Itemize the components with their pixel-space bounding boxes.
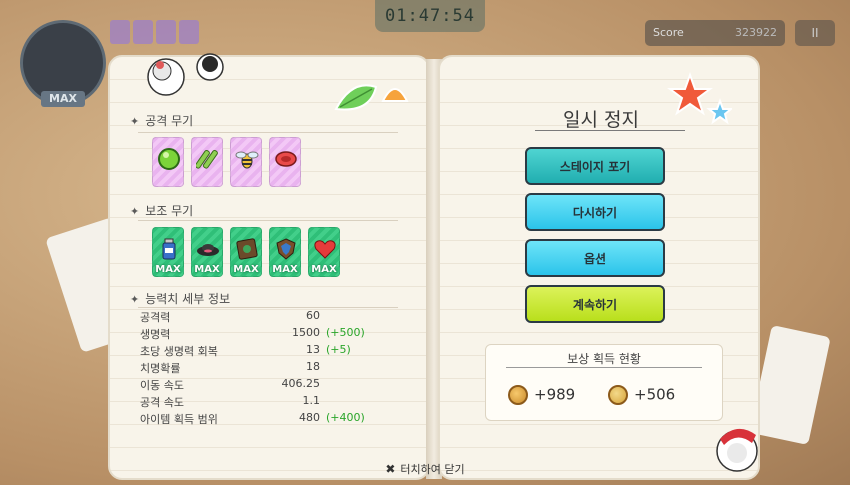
stat-value: 13 <box>306 343 320 356</box>
right-page: 일시 정지 스테이지 포기 다시하기 옵션 계속하기 보상 획득 현황 +989… <box>438 55 760 480</box>
stat-label: 공격 속도 <box>140 396 184 409</box>
continue-button[interactable]: 계속하기 <box>525 285 665 323</box>
max-badge: MAX <box>233 264 259 275</box>
reward-panel: 보상 획득 현황 +989 +506 <box>485 344 723 421</box>
stat-row: 이동 속도 406.25 <box>140 377 380 394</box>
stat-row: 생명력 1500 (+500) <box>140 326 380 343</box>
reward-divider <box>506 367 702 368</box>
level-badge: MAX <box>41 91 85 107</box>
attack-weapon-slot[interactable] <box>230 137 262 187</box>
stat-label: 공격력 <box>140 311 171 324</box>
divider <box>138 220 398 221</box>
give-up-stage-button[interactable]: 스테이지 포기 <box>525 147 665 185</box>
green-orb-icon <box>156 146 182 172</box>
bamboo-icon <box>195 146 221 172</box>
stat-row: 초당 생명력 회복 13 (+5) <box>140 343 380 360</box>
bee-icon <box>234 146 260 172</box>
max-badge: MAX <box>311 264 337 275</box>
stat-row: 아이템 획득 범위 480 (+400) <box>140 411 380 428</box>
game-timer: 01:47:54 <box>375 0 485 32</box>
stat-label: 아이템 획득 범위 <box>140 413 218 426</box>
buff-icon <box>110 20 130 44</box>
support-item-slot[interactable]: MAX <box>152 227 184 277</box>
reward-coin-2-value: +506 <box>634 385 676 404</box>
attack-weapon-slot[interactable] <box>191 137 223 187</box>
buff-icon <box>133 20 153 44</box>
stats-title: ✦ 능력치 세부 정보 <box>130 292 231 306</box>
stat-value: 406.25 <box>281 377 321 390</box>
close-hint[interactable]: ✖ 터치하여 닫기 <box>0 461 850 477</box>
stat-label: 생명력 <box>140 328 171 341</box>
stat-value: 480 <box>299 411 320 424</box>
reward-title: 보상 획득 현황 <box>567 352 641 366</box>
stat-value: 1500 <box>292 326 320 339</box>
stat-value: 60 <box>306 309 320 322</box>
book-icon <box>234 236 260 262</box>
stat-row: 치명확률 18 <box>140 360 380 377</box>
attack-weapons-title: ✦ 공격 무기 <box>130 114 194 128</box>
stat-bonus: (+5) <box>326 343 351 356</box>
max-badge: MAX <box>155 264 181 275</box>
stats-table: 공격력 60 생명력 1500 (+500) 초당 생명력 회복 13 (+5)… <box>140 309 380 428</box>
hat-icon <box>195 236 221 262</box>
support-item-slot[interactable]: MAX <box>191 227 223 277</box>
stat-bonus: (+500) <box>326 326 365 339</box>
close-hint-label: 터치하여 닫기 <box>400 463 465 476</box>
buff-icon <box>179 20 199 44</box>
buff-icons <box>110 20 202 48</box>
pause-title: 일시 정지 <box>563 109 639 131</box>
stat-label: 치명확률 <box>140 362 181 375</box>
coin-icon <box>508 385 528 405</box>
leaf-icon <box>334 84 378 111</box>
attack-weapon-slot[interactable] <box>269 137 301 187</box>
player-avatar: MAX <box>20 20 106 107</box>
attack-weapon-slot[interactable] <box>152 137 184 187</box>
score-label: Score <box>653 26 684 39</box>
reward-coin-1: +989 <box>508 385 575 405</box>
max-badge: MAX <box>272 264 298 275</box>
shell-icon <box>381 88 409 102</box>
left-page: ✦ 공격 무기 ✦ 보조 무기 MAX MAX MAX MAX MAX ✦ 능력… <box>108 53 430 480</box>
support-items-title: ✦ 보조 무기 <box>130 204 194 218</box>
stat-value: 1.1 <box>302 394 321 407</box>
pause-notebook: ✦ 공격 무기 ✦ 보조 무기 MAX MAX MAX MAX MAX ✦ 능력… <box>108 53 760 482</box>
reward-coin-1-value: +989 <box>534 385 576 404</box>
character-sticker-icon <box>147 53 224 96</box>
score-panel: Score 323922 <box>645 20 785 46</box>
stat-row: 공격력 60 <box>140 309 380 326</box>
stat-label: 이동 속도 <box>140 379 184 392</box>
potion-bottle-icon <box>156 236 182 262</box>
stat-label: 초당 생명력 회복 <box>140 345 218 358</box>
support-item-slot[interactable]: MAX <box>269 227 301 277</box>
pause-icon[interactable]: II <box>795 20 835 46</box>
max-badge: MAX <box>194 264 220 275</box>
score-value: 323922 <box>735 26 777 39</box>
support-item-slot[interactable]: MAX <box>308 227 340 277</box>
retry-button[interactable]: 다시하기 <box>525 193 665 231</box>
stat-bonus: (+400) <box>326 411 365 424</box>
close-icon[interactable]: ✖ <box>385 462 395 476</box>
title-underline <box>535 130 685 131</box>
support-item-slot[interactable]: MAX <box>230 227 262 277</box>
shield-icon <box>273 236 299 262</box>
reward-coin-2: +506 <box>608 385 675 405</box>
divider <box>138 307 398 308</box>
stat-value: 18 <box>306 360 320 373</box>
red-ring-icon <box>273 146 299 172</box>
options-button[interactable]: 옵션 <box>525 239 665 277</box>
cookie-coin-icon <box>608 385 628 405</box>
divider <box>138 132 398 133</box>
buff-icon <box>156 20 176 44</box>
heart-icon <box>312 236 338 262</box>
stat-row: 공격 속도 1.1 <box>140 394 380 411</box>
